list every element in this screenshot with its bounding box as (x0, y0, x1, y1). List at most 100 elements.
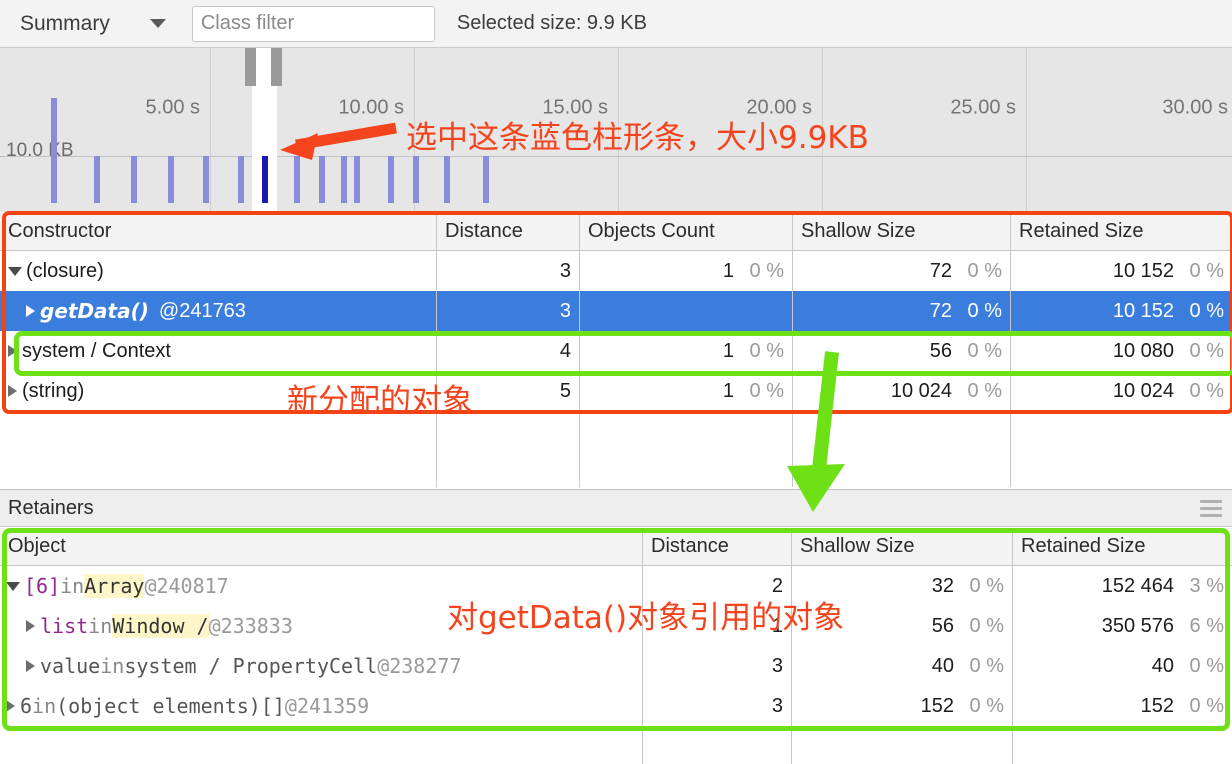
column-header-retained-size[interactable]: Retained Size (1011, 213, 1232, 250)
expander-closed-icon[interactable] (26, 660, 35, 672)
column-header-object[interactable]: Object (0, 528, 643, 565)
timeline-value-axis-label: 10.0 KB (6, 140, 74, 161)
shallow-size-value: 72 (929, 299, 952, 322)
allocation-bar[interactable] (319, 156, 325, 203)
cell-retained-size: 10 024 0 % (1011, 371, 1232, 411)
cell-shallow-size: 10 024 0 % (793, 371, 1011, 411)
expander-closed-icon[interactable] (6, 700, 15, 712)
cell-object: [6] in Array @240817 (0, 566, 643, 606)
expander-closed-icon[interactable] (8, 385, 17, 397)
retained-size-value: 40 (1151, 654, 1174, 677)
class-filter-input[interactable] (191, 5, 435, 42)
cell-shallow-size: 152 0 % (792, 686, 1013, 726)
allocation-bar[interactable] (413, 156, 419, 203)
cell-objects-count: 1 0 % (580, 331, 793, 371)
constructor-name: getData() (40, 299, 149, 323)
cell-distance: 3 (437, 291, 580, 331)
table-row[interactable]: system / Context 4 1 0 % 56 0 % 10 080 0… (0, 331, 1232, 371)
allocation-bar[interactable] (388, 156, 394, 203)
allocation-bar[interactable] (94, 156, 100, 203)
retained-size-value: 10 152 (1112, 299, 1174, 322)
timeline-overview[interactable]: 10.0 KB 5.00 s 10.00 s 15.00 s 20.00 s 2… (0, 48, 1232, 212)
allocation-bar[interactable] (294, 156, 300, 203)
column-header-constructor[interactable]: Constructor (0, 213, 437, 250)
object-keyword: in (100, 654, 125, 678)
allocation-bar[interactable] (444, 156, 450, 203)
column-header-distance[interactable]: Distance (437, 213, 580, 250)
timeline-gridline (822, 48, 823, 212)
object-id: @233833 (208, 614, 293, 638)
retained-size-value: 152 (1140, 694, 1174, 717)
retained-size-pct: 0 % (1189, 379, 1224, 402)
table-row-selected[interactable]: getData() @241763 3 72 0 % 10 152 0 % (0, 291, 1232, 331)
retained-size-value: 152 464 (1101, 574, 1174, 597)
object-keyword: in (88, 614, 113, 638)
allocation-bar[interactable] (483, 156, 489, 203)
expander-open-icon[interactable] (6, 581, 20, 591)
timeline-gridline (1026, 48, 1027, 212)
table-row[interactable]: list in Window / @233833 1 56 0 % 350 57… (0, 606, 1232, 646)
cell-object: 6 in (object elements)[] @241359 (0, 686, 643, 726)
allocation-bar[interactable] (341, 156, 347, 203)
allocation-bar[interactable] (238, 156, 244, 203)
expander-open-icon[interactable] (8, 266, 22, 276)
cell-object: list in Window / @233833 (0, 606, 643, 646)
constructor-name: system / Context (22, 339, 171, 362)
cell-shallow-size: 72 0 % (793, 251, 1011, 291)
allocation-bar[interactable] (131, 156, 137, 203)
shallow-size-pct: 0 % (967, 259, 1002, 282)
allocation-bar[interactable] (354, 156, 360, 203)
timeline-tick-label: 15.00 s (542, 96, 608, 119)
column-header-retained-size[interactable]: Retained Size (1013, 528, 1232, 565)
cell-objects-count: 1 0 % (580, 371, 793, 411)
empty-cell (792, 726, 1013, 764)
cell-shallow-size: 72 0 % (793, 291, 1011, 331)
empty-cell (0, 726, 643, 764)
table-row[interactable]: (closure) 3 1 0 % 72 0 % 10 152 0 % (0, 251, 1232, 291)
cell-distance: 5 (437, 371, 580, 411)
object-id: @241763 (158, 299, 246, 322)
cell-constructor: getData() @241763 (0, 291, 437, 331)
allocation-bar[interactable] (168, 156, 174, 203)
toolbar: Summary Selected size: 9.9 KB (0, 0, 1232, 48)
column-header-shallow-size[interactable]: Shallow Size (793, 213, 1011, 250)
timeline-selection-handle-left[interactable] (245, 48, 256, 86)
table-row[interactable]: (string) 5 1 0 % 10 024 0 % 10 024 0 % (0, 371, 1232, 411)
expander-closed-icon[interactable] (8, 345, 17, 357)
table-row[interactable]: value in system / PropertyCell @238277 3… (0, 646, 1232, 686)
retained-size-pct: 3 % (1189, 574, 1224, 597)
chevron-down-icon (149, 19, 166, 28)
cell-shallow-size: 56 0 % (793, 331, 1011, 371)
empty-cell (643, 726, 792, 764)
allocation-bar[interactable] (203, 156, 209, 203)
objects-count-pct: 0 % (749, 379, 784, 402)
cell-retained-size: 152 0 % (1013, 686, 1232, 726)
allocation-bar[interactable] (51, 98, 57, 203)
timeline-selection-handle-right[interactable] (271, 48, 282, 86)
cell-objects-count: 1 0 % (580, 251, 793, 291)
shallow-size-pct: 0 % (969, 614, 1004, 637)
shallow-size-value: 10 024 (890, 379, 952, 402)
view-mode-dropdown[interactable]: Summary (20, 12, 166, 36)
table-row[interactable]: [6] in Array @240817 2 32 0 % 152 464 3 … (0, 566, 1232, 606)
table-row[interactable]: 6 in (object elements)[] @241359 3 152 0… (0, 686, 1232, 726)
column-header-shallow-size[interactable]: Shallow Size (792, 528, 1013, 565)
empty-cell (1011, 411, 1232, 487)
object-class: (object elements)[] (56, 694, 285, 718)
allocation-bar-selected[interactable] (262, 156, 268, 203)
column-header-distance[interactable]: Distance (643, 528, 792, 565)
timeline-value-axis-line (0, 156, 1232, 157)
expander-closed-icon[interactable] (26, 305, 35, 317)
column-header-objects-count[interactable]: Objects Count (580, 213, 793, 250)
object-id: @241359 (284, 694, 370, 718)
hamburger-menu-icon[interactable] (1200, 500, 1222, 517)
shallow-size-pct: 0 % (967, 339, 1002, 362)
retained-size-pct: 0 % (1189, 694, 1224, 717)
cell-distance: 3 (643, 646, 792, 686)
selected-size-label: Selected size: 9.9 KB (456, 12, 647, 34)
objects-count-value: 1 (722, 259, 734, 282)
retained-size-value: 350 576 (1101, 614, 1174, 637)
view-mode-label: Summary (20, 11, 110, 35)
expander-closed-icon[interactable] (26, 620, 35, 632)
shallow-size-value: 32 (931, 574, 954, 597)
